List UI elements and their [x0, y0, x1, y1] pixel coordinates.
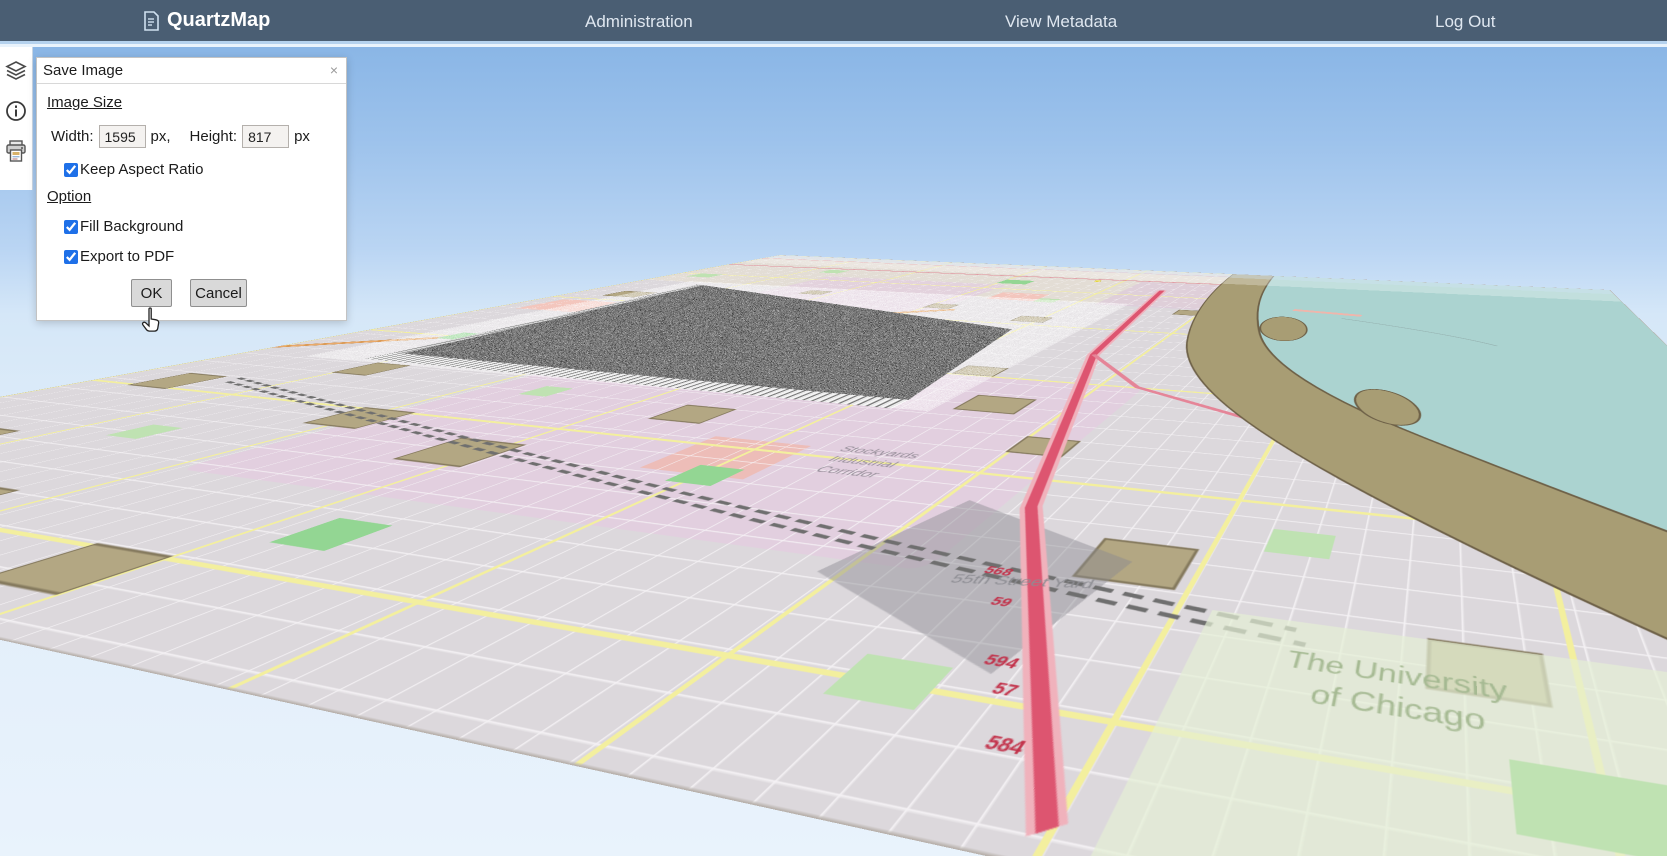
fill-background-checkbox[interactable]: [64, 220, 78, 234]
close-icon[interactable]: ×: [330, 62, 338, 78]
export-pdf-checkbox[interactable]: [64, 250, 78, 264]
dialog-title-bar: Save Image ×: [37, 58, 346, 84]
print-icon: [4, 139, 28, 163]
option-heading: Option: [47, 188, 346, 205]
height-label: Height:: [190, 128, 238, 145]
fill-background-label: Fill Background: [80, 218, 183, 235]
nav-administration[interactable]: Administration: [585, 12, 693, 32]
document-icon: [143, 11, 159, 31]
height-unit: px: [294, 128, 310, 145]
cancel-button[interactable]: Cancel: [190, 279, 247, 307]
height-input[interactable]: [242, 125, 289, 148]
size-row: Width: px, Height: px: [51, 125, 346, 148]
width-label: Width:: [51, 128, 94, 145]
fill-background-row: Fill Background: [64, 218, 346, 235]
keep-aspect-label: Keep Aspect Ratio: [80, 161, 203, 178]
export-pdf-label: Export to PDF: [80, 248, 174, 265]
map-ground-plane: Stockyards Industrial Corridor 55th Stre…: [0, 255, 1667, 856]
ok-button[interactable]: OK: [131, 279, 172, 307]
print-button[interactable]: [4, 139, 28, 163]
layers-icon: [5, 60, 27, 82]
keep-aspect-row: Keep Aspect Ratio: [64, 161, 346, 178]
brand-title: QuartzMap: [167, 9, 270, 32]
app-header: QuartzMap Administration View Metadata L…: [0, 0, 1667, 44]
info-icon: [5, 100, 27, 122]
width-unit: px,: [151, 128, 171, 145]
layers-button[interactable]: [4, 59, 28, 83]
dialog-title: Save Image: [43, 62, 123, 79]
info-button[interactable]: [4, 99, 28, 123]
image-size-heading: Image Size: [47, 94, 346, 111]
brand-logo[interactable]: QuartzMap: [143, 9, 270, 32]
nav-view-metadata[interactable]: View Metadata: [1005, 12, 1117, 32]
save-image-dialog: Save Image × Image Size Width: px, Heigh…: [36, 57, 347, 321]
dialog-buttons: OK Cancel: [131, 279, 346, 307]
keep-aspect-checkbox[interactable]: [64, 163, 78, 177]
map-toolbar: [0, 47, 33, 190]
export-pdf-row: Export to PDF: [64, 248, 346, 265]
nav-log-out[interactable]: Log Out: [1435, 12, 1496, 32]
width-input[interactable]: [99, 125, 146, 148]
